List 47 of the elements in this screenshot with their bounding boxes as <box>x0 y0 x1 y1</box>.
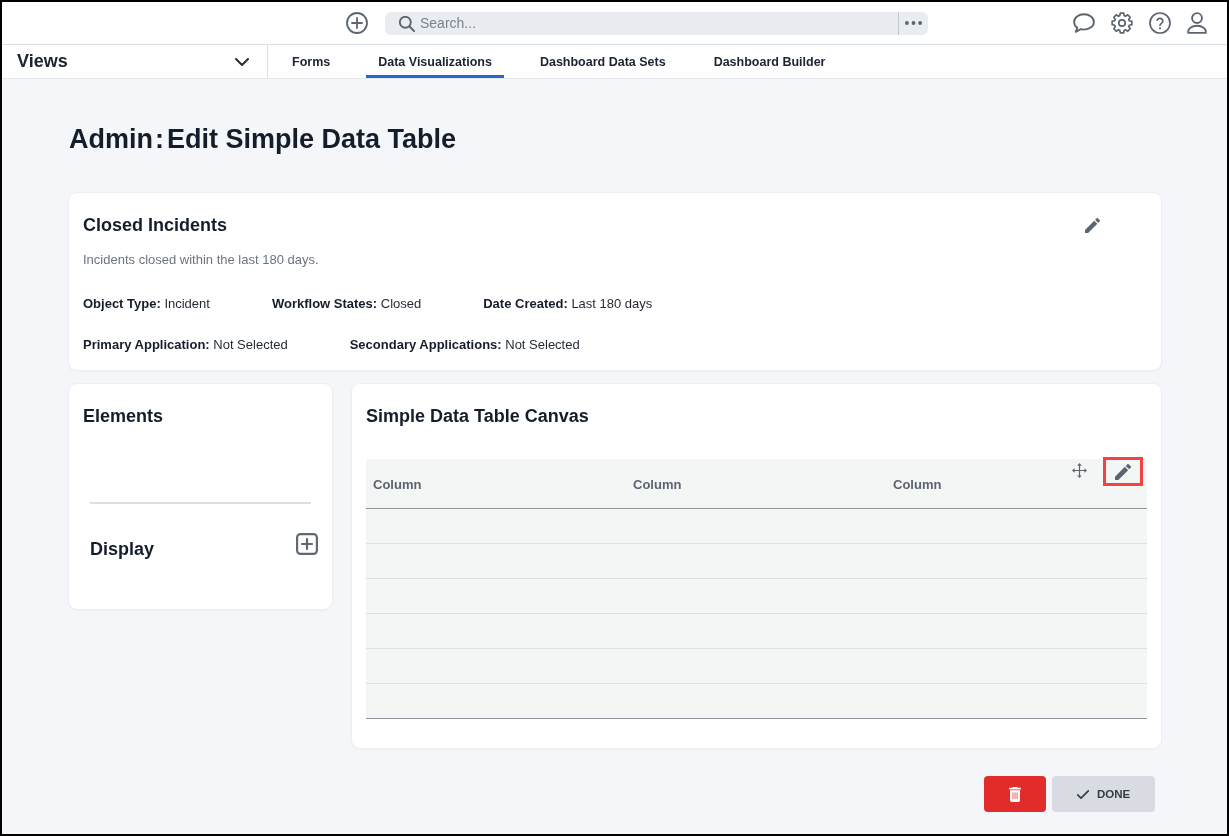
move-handle[interactable] <box>1072 463 1087 478</box>
add-element-button[interactable] <box>296 533 318 555</box>
detail-field: Primary Application: Not Selected <box>83 336 288 354</box>
title-separator: : <box>155 123 164 156</box>
search-icon <box>399 15 415 32</box>
chat-button[interactable] <box>1073 13 1095 33</box>
pencil-icon <box>1085 217 1100 233</box>
nav-tab[interactable]: Dashboard Builder <box>701 45 838 78</box>
more-icon <box>905 21 922 25</box>
chevron-down-icon <box>235 57 249 66</box>
detail-field: Date Created: Last 180 days <box>483 295 653 313</box>
nav-tab[interactable]: Data Visualizations <box>366 45 504 78</box>
section-title: Display <box>90 538 155 561</box>
chat-bubble-icon <box>1073 13 1095 33</box>
column-header: Column <box>373 476 422 492</box>
detail-field: Object Type: Incident <box>83 295 210 313</box>
detail-field: Secondary Applications: Not Selected <box>349 336 580 354</box>
settings-button[interactable] <box>1111 12 1133 34</box>
column-header: Column <box>893 476 942 492</box>
delete-button[interactable] <box>984 776 1046 812</box>
nav-tab[interactable]: Dashboard Data Sets <box>527 45 678 78</box>
nav-tab[interactable]: Forms <box>280 45 343 78</box>
user-icon <box>1187 12 1207 34</box>
pencil-icon <box>1115 463 1131 480</box>
card-title: Closed Incidents <box>83 214 228 237</box>
breadcrumb-parent: Admin <box>69 123 153 156</box>
check-icon <box>1076 789 1089 799</box>
add-button[interactable] <box>346 12 368 34</box>
column-header: Column <box>633 476 682 492</box>
card-description: Incidents closed within the last 180 days. <box>83 251 320 269</box>
panel-title: Simple Data Table Canvas <box>366 405 590 428</box>
views-dropdown[interactable]: Views <box>2 45 268 78</box>
edit-column-button[interactable] <box>1103 457 1143 486</box>
help-button[interactable] <box>1149 12 1171 34</box>
panel-title: Elements <box>82 405 165 428</box>
done-button[interactable]: DONE <box>1052 776 1155 812</box>
profile-button[interactable] <box>1187 12 1207 34</box>
plus-circle-icon <box>346 12 368 34</box>
detail-field: Workflow States: Closed <box>271 295 422 313</box>
plus-square-icon <box>296 533 318 555</box>
four-arrows-icon <box>1072 463 1087 478</box>
help-icon <box>1149 12 1171 34</box>
search-field[interactable]: Search... <box>385 11 928 35</box>
edit-button[interactable] <box>1085 217 1100 233</box>
page-title: Edit Simple Data Table <box>167 123 457 156</box>
settings-icon <box>1111 12 1133 34</box>
trash-icon <box>1009 786 1021 802</box>
